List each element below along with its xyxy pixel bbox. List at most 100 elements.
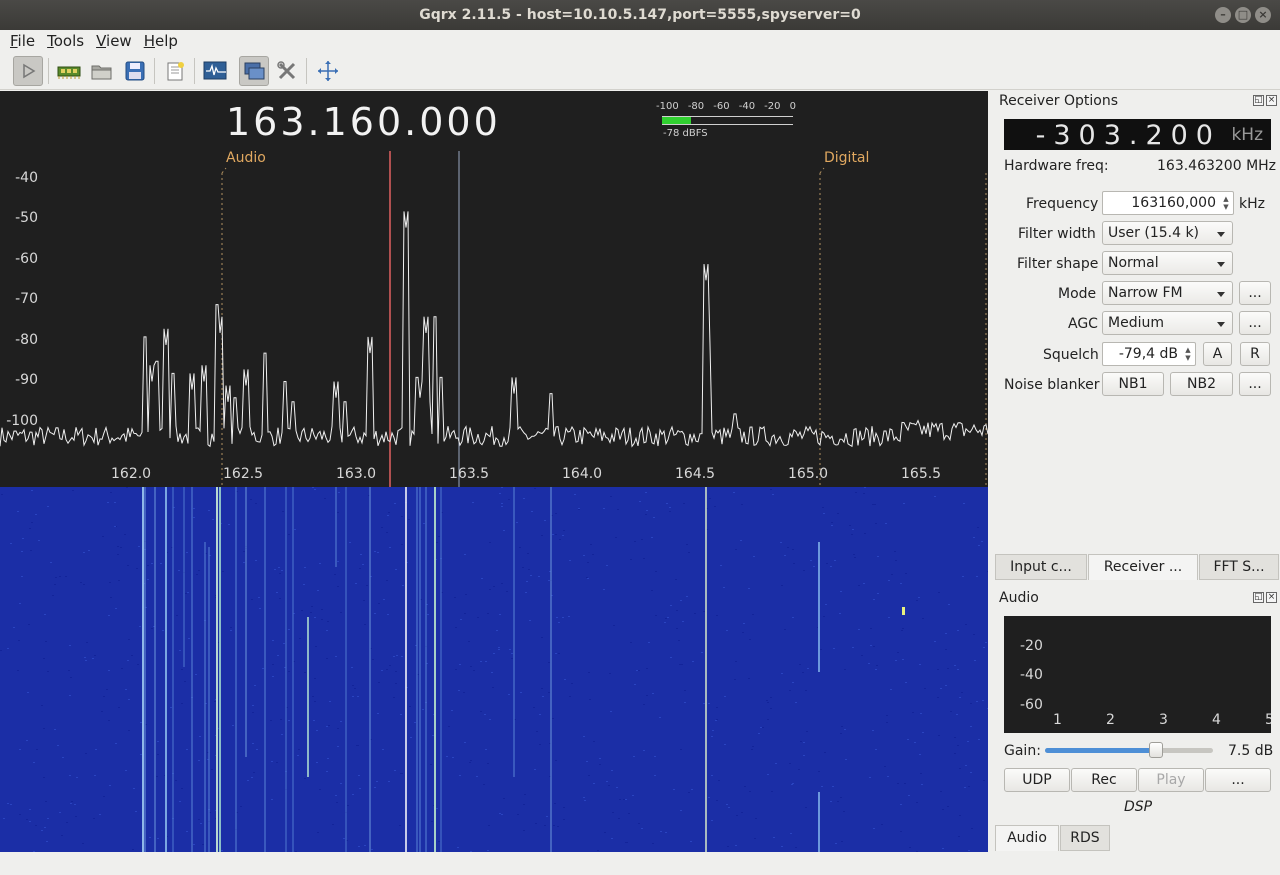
y-tick-label: -80: [15, 332, 38, 348]
audio-dock-title: Audio: [999, 590, 1039, 606]
tab-receiver-options[interactable]: Receiver ...: [1088, 554, 1198, 580]
audio-x-tick: 2: [1106, 712, 1115, 728]
agc-label: AGC: [1068, 316, 1098, 332]
waterfall-display[interactable]: [0, 487, 988, 852]
hardware-freq-label: Hardware freq:: [1004, 158, 1109, 174]
frequency-input[interactable]: 163160,000: [1102, 191, 1234, 215]
y-tick-label: -70: [15, 291, 38, 307]
noise-blanker-options-button[interactable]: ...: [1239, 372, 1271, 396]
frequency-unit: kHz: [1239, 196, 1265, 212]
udp-button[interactable]: UDP: [1004, 768, 1070, 792]
spectrum-plot[interactable]: 163.160.000 -40 -50 -60 -70 -80 -90 -100…: [0, 91, 988, 487]
dock-float-icon[interactable]: ◱: [1253, 592, 1264, 603]
y-tick-label: -40: [15, 170, 38, 186]
window-titlebar: Gqrx 2.11.5 - host=10.10.5.147,port=5555…: [0, 0, 1280, 30]
filter-shape-select[interactable]: Normal: [1102, 251, 1233, 275]
audio-y-tick: -40: [1020, 667, 1043, 683]
signal-meter: -100 -80 -60 -40 -20 0 -78 dBFS: [656, 100, 796, 142]
record-button[interactable]: Rec: [1071, 768, 1137, 792]
meter-level-bar: [662, 117, 691, 124]
nb1-button[interactable]: NB1: [1102, 372, 1164, 396]
menu-bar: File Tools View Help: [0, 30, 1280, 52]
filter-shape-label: Filter shape: [1017, 256, 1099, 272]
dock-float-icon[interactable]: ◱: [1253, 95, 1264, 106]
meter-tick-label: -80: [687, 101, 705, 112]
meter-tick-label: -100: [656, 101, 679, 112]
offset-value: -303.200: [1035, 120, 1221, 151]
center-frequency-display[interactable]: 163.160.000: [226, 100, 501, 144]
menu-tools[interactable]: Tools: [41, 30, 90, 52]
play-button[interactable]: Play: [1138, 768, 1204, 792]
dock-close-icon[interactable]: ×: [1266, 592, 1277, 603]
open-folder-icon[interactable]: [87, 56, 117, 86]
hardware-icon[interactable]: [54, 56, 84, 86]
hardware-freq-value: 163.463200 MHz: [1157, 158, 1277, 174]
gain-slider[interactable]: [1045, 742, 1213, 758]
audio-x-tick: 5: [1265, 712, 1271, 728]
menu-view[interactable]: View: [90, 30, 138, 52]
dock-close-icon[interactable]: ×: [1266, 95, 1277, 106]
close-icon[interactable]: ×: [1255, 7, 1271, 23]
meter-tick-label: -20: [764, 101, 781, 112]
x-tick-label: 165.0: [788, 466, 829, 482]
x-tick-label: 163.0: [336, 466, 377, 482]
gain-slider-fill: [1045, 748, 1156, 753]
meter-level-text: -78 dBFS: [663, 128, 708, 139]
squelch-auto-button[interactable]: A: [1203, 342, 1232, 366]
tab-fft-settings[interactable]: FFT S...: [1199, 554, 1279, 580]
receiver-options-title: Receiver Options: [999, 93, 1119, 109]
squelch-spinner[interactable]: ▲ ▼: [1182, 344, 1194, 364]
offset-unit: kHz: [1231, 125, 1263, 145]
frequency-spinner[interactable]: ▲ ▼: [1220, 193, 1232, 213]
waveform-icon[interactable]: [200, 56, 230, 86]
audio-options-button[interactable]: ...: [1205, 768, 1271, 792]
offset-frequency-display[interactable]: -303.200 kHz: [1004, 119, 1271, 151]
tab-audio[interactable]: Audio: [995, 825, 1059, 851]
squelch-label: Squelch: [1043, 347, 1099, 363]
bookmark-digital[interactable]: Digital: [824, 150, 869, 166]
tab-input-controls[interactable]: Input c...: [995, 554, 1087, 580]
play-icon[interactable]: [13, 56, 43, 86]
menu-help[interactable]: Help: [138, 30, 184, 52]
bookmark-icon[interactable]: [160, 56, 190, 86]
window-title: Gqrx 2.11.5 - host=10.10.5.147,port=5555…: [419, 7, 861, 23]
minimize-icon[interactable]: –: [1215, 7, 1231, 23]
maximize-icon[interactable]: □: [1235, 7, 1251, 23]
y-tick-label: -100: [6, 413, 38, 429]
mode-select[interactable]: Narrow FM: [1102, 281, 1233, 305]
gain-label: Gain:: [1004, 743, 1041, 759]
waterfall-lines: [0, 487, 988, 852]
tools-icon[interactable]: [272, 56, 302, 86]
noise-blanker-label: Noise blanker: [1004, 377, 1100, 393]
tab-rds[interactable]: RDS: [1060, 825, 1110, 851]
menu-file[interactable]: File: [4, 30, 41, 52]
audio-x-tick: 3: [1159, 712, 1168, 728]
meter-tick-label: -60: [713, 101, 730, 112]
nb2-button[interactable]: NB2: [1170, 372, 1233, 396]
toolbar: [0, 52, 1280, 90]
fullscreen-icon[interactable]: [313, 56, 343, 86]
status-bar: [0, 853, 1280, 875]
save-icon[interactable]: [120, 56, 150, 86]
audio-y-tick: -60: [1020, 697, 1043, 713]
mode-options-button[interactable]: ...: [1239, 281, 1271, 305]
gain-slider-handle[interactable]: [1148, 742, 1163, 758]
x-tick-label: 164.0: [562, 466, 603, 482]
squelch-reset-button[interactable]: R: [1240, 342, 1270, 366]
bookmark-audio[interactable]: Audio: [226, 150, 266, 166]
filter-width-label: Filter width: [1018, 226, 1096, 242]
agc-options-button[interactable]: ...: [1239, 311, 1271, 335]
y-tick-label: -90: [15, 372, 38, 388]
frequency-label: Frequency: [1026, 196, 1099, 212]
x-tick-label: 162.5: [223, 466, 264, 482]
x-tick-label: 164.5: [675, 466, 716, 482]
x-tick-label: 162.0: [111, 466, 152, 482]
audio-x-tick: 4: [1212, 712, 1221, 728]
meter-tick-label: 0: [789, 101, 796, 112]
remote-control-icon[interactable]: [239, 56, 269, 86]
dsp-label: DSP: [1124, 799, 1153, 815]
audio-fft-plot[interactable]: -20 -40 -60 1 2 3 4 5: [1004, 616, 1271, 733]
filter-width-select[interactable]: User (15.4 k): [1102, 221, 1233, 245]
y-tick-label: -50: [15, 210, 38, 226]
agc-select[interactable]: Medium: [1102, 311, 1233, 335]
